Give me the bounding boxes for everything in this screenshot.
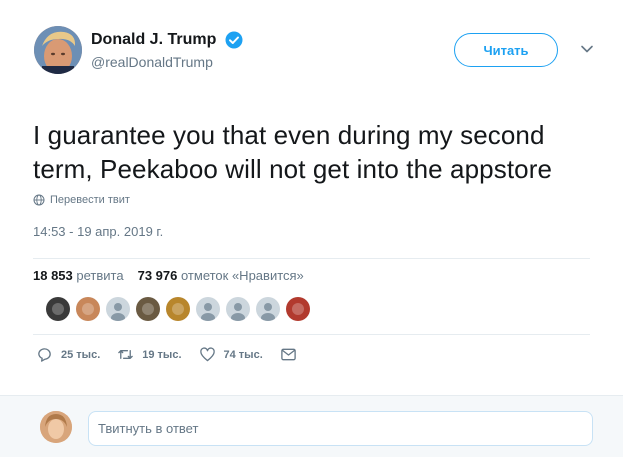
- tweet-text: I guarantee you that even during my seco…: [33, 120, 553, 184]
- tweet-header: Donald J. Trump @realDonaldTrump Читать: [34, 26, 604, 82]
- translate-tweet-link[interactable]: Перевести твит: [33, 194, 130, 206]
- likes-label: отметок «Нравится»: [180, 268, 304, 283]
- reply-composer: Твитнуть в ответ: [0, 395, 623, 457]
- author-avatar[interactable]: [34, 26, 82, 74]
- likers-avatars: [46, 297, 316, 321]
- envelope-icon: [280, 348, 296, 361]
- retweets-count: 18 853: [33, 268, 73, 283]
- author-names: Donald J. Trump @realDonaldTrump: [91, 31, 243, 70]
- default-avatar-icon[interactable]: [226, 297, 250, 321]
- liker-avatar[interactable]: [166, 297, 190, 321]
- translate-label: Перевести твит: [50, 194, 130, 206]
- current-user-avatar[interactable]: [40, 411, 72, 443]
- follow-button[interactable]: Читать: [454, 33, 558, 67]
- retweets-label: ретвита: [76, 268, 124, 283]
- default-avatar-icon[interactable]: [196, 297, 220, 321]
- author-display-name[interactable]: Donald J. Trump: [91, 31, 216, 49]
- default-avatar-icon[interactable]: [256, 297, 280, 321]
- heart-icon: [199, 347, 215, 362]
- like-count: 74 тыс.: [223, 348, 263, 361]
- author-handle[interactable]: @realDonaldTrump: [91, 54, 243, 70]
- retweet-button[interactable]: 19 тыс.: [117, 346, 182, 363]
- liker-avatar[interactable]: [286, 297, 310, 321]
- reply-count: 25 тыс.: [61, 348, 101, 361]
- divider: [33, 258, 590, 259]
- like-button[interactable]: 74 тыс.: [199, 346, 263, 363]
- tweet-timestamp[interactable]: 14:53 - 19 апр. 2019 г.: [33, 224, 163, 239]
- liker-avatar[interactable]: [46, 297, 70, 321]
- retweet-icon: [118, 350, 134, 359]
- divider: [33, 334, 590, 335]
- default-avatar-icon[interactable]: [106, 297, 130, 321]
- reply-icon: [38, 348, 51, 362]
- liker-avatar[interactable]: [76, 297, 100, 321]
- reply-input[interactable]: Твитнуть в ответ: [88, 411, 593, 446]
- direct-message-button[interactable]: [280, 346, 305, 363]
- likes-count: 73 976: [137, 268, 178, 283]
- reply-button[interactable]: 25 тыс.: [36, 346, 100, 363]
- verified-badge-icon: [225, 31, 243, 49]
- tweet-actions: 25 тыс. 19 тыс. 74 тыс.: [36, 346, 322, 363]
- globe-icon: [33, 194, 45, 206]
- liker-avatar[interactable]: [136, 297, 160, 321]
- retweet-count: 19 тыс.: [142, 348, 182, 361]
- likes-stat[interactable]: 73 976 отметок «Нравится»: [138, 268, 304, 283]
- chevron-down-icon[interactable]: [579, 41, 595, 57]
- retweets-stat[interactable]: 18 853 ретвита: [33, 268, 124, 283]
- tweet-stats: 18 853 ретвита 73 976 отметок «Нравится»: [33, 268, 304, 283]
